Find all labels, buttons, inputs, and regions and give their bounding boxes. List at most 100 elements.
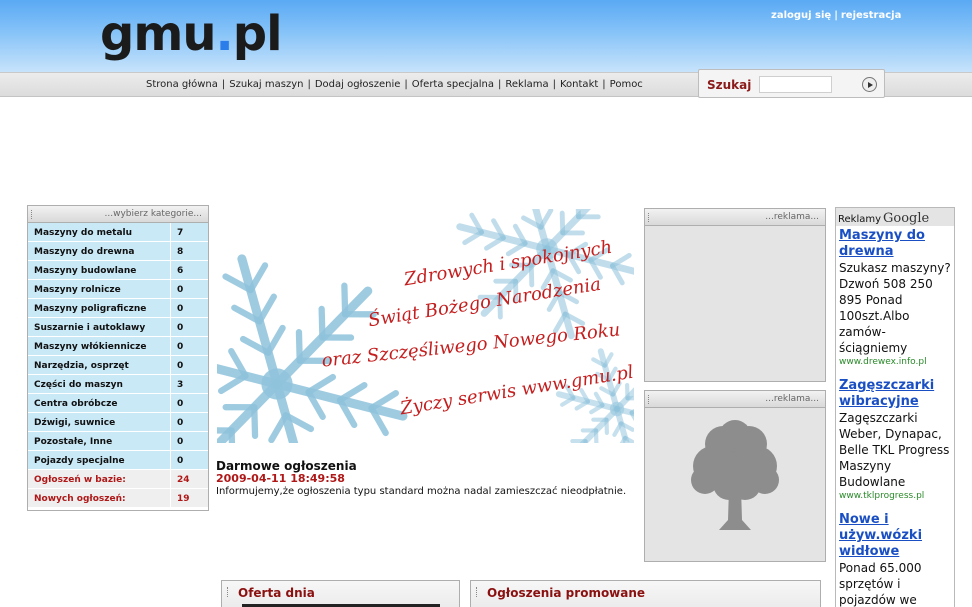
drag-grip-icon[interactable] [476,587,478,597]
ad-panel-title: ...reklama... [765,394,819,404]
snowflake-branch [559,210,566,236]
ad-panel-body [645,226,825,381]
category-row[interactable]: Dźwigi, suwnice 0 [28,413,208,432]
ad-url[interactable]: www.tklprogress.pl [839,490,951,503]
ad-url[interactable]: www.drewex.info.pl [839,356,951,369]
login-link[interactable]: zaloguj się [771,10,831,21]
category-count: 0 [171,432,208,450]
category-row[interactable]: Maszyny do metalu 7 [28,223,208,242]
ad-panel: ...reklama... [644,208,826,382]
google-ads-label: Reklamy [838,214,882,225]
nav-item-special-offer[interactable]: Oferta specjalna [412,79,494,90]
category-name[interactable]: Narzędzia, osprzęt [28,356,171,374]
category-name[interactable]: Maszyny budowlane [28,261,171,279]
snowflake-branch [265,324,286,356]
offer-of-the-day-title: Oferta dnia [238,586,315,600]
nav-separator: | [602,79,606,90]
snowflake-branch [305,373,337,396]
snowflake-branch [341,282,349,318]
category-row[interactable]: Maszyny do drewna 8 [28,242,208,261]
category-name[interactable]: Suszarnie i autoklawy [28,318,171,336]
category-row[interactable]: Pozostałe, Inne 0 [28,432,208,451]
drag-grip-icon[interactable] [648,395,650,404]
search-input[interactable] [759,76,832,93]
category-count: 0 [171,299,208,317]
main-nav: Strona główna | Szukaj maszyn | Dodaj ogłosz… [146,79,643,90]
category-name[interactable]: Centra obróbcze [28,394,171,412]
snowflake-branch [336,381,368,404]
ad-item: Zagęszczarki wibracyjne Zagęszczarki Web… [836,378,954,503]
drag-grip-icon[interactable] [31,210,33,219]
snowflake-core [609,401,625,417]
page: gmu.pl zaloguj się | rejestracja Strona gł… [0,0,972,607]
offer-of-the-day-box: Oferta dnia [221,580,460,607]
snowflake-branch [247,262,269,294]
logo-tld: pl [232,6,283,62]
google-ads: Reklamy Google Maszyny do drewna Szukasz … [835,207,955,607]
category-row[interactable]: Narzędzia, osprzęt 0 [28,356,208,375]
ad-panel-title: ...reklama... [765,212,819,222]
snowflake-branch [462,229,485,246]
drag-grip-icon[interactable] [648,213,650,222]
news-title[interactable]: Darmowe ogłoszenia [216,459,357,473]
category-count: 0 [171,413,208,431]
category-name[interactable]: Części do maszyn [28,375,171,393]
nav-item-search-machines[interactable]: Szukaj maszyn [229,79,303,90]
google-ads-header[interactable]: Reklamy Google [836,208,954,226]
nav-item-contact[interactable]: Kontakt [560,79,598,90]
category-name[interactable]: Dźwigi, suwnice [28,413,171,431]
ad-title-link[interactable]: Maszyny do drewna [839,228,951,260]
category-name[interactable]: Pozostałe, Inne [28,432,171,450]
nav-item-advertising[interactable]: Reklama [505,79,548,90]
category-row[interactable]: Centra obróbcze 0 [28,394,208,413]
register-link[interactable]: rejestracja [841,10,901,21]
snowflake-branch [295,329,303,364]
category-name[interactable]: Maszyny do metalu [28,223,171,241]
snowflake-branch [217,372,249,395]
category-row[interactable]: Pojazdy specjalne 0 [28,451,208,470]
tree-icon [691,420,779,530]
search-box: Szukaj [698,69,885,98]
category-count: 0 [171,337,208,355]
category-count: 0 [171,356,208,374]
stat-value: 19 [171,489,208,507]
category-count: 3 [171,375,208,393]
category-row[interactable]: Maszyny budowlane 6 [28,261,208,280]
ad-panel-header: ...reklama... [645,209,825,226]
snowflake-branch [629,410,634,422]
snowflake-branch [318,305,326,341]
drag-grip-icon[interactable] [227,587,229,597]
category-count: 6 [171,261,208,279]
ad-title-link[interactable]: Nowe i używ.wózki widłowe [839,512,951,560]
nav-item-add-listing[interactable]: Dodaj ogłoszenie [315,79,401,90]
nav-item-home[interactable]: Strona główna [146,79,218,90]
snowflake-branch [538,209,554,230]
nav-item-help[interactable]: Pomoc [610,79,643,90]
ad-title-link[interactable]: Zagęszczarki wibracyjne [839,378,951,410]
category-count: 0 [171,280,208,298]
auth-links: zaloguj się | rejestracja [771,10,901,21]
category-count: 0 [171,451,208,469]
category-row[interactable]: Maszyny włókiennicze 0 [28,337,208,356]
search-label: Szukaj [707,78,752,92]
category-name[interactable]: Maszyny poligraficzne [28,299,171,317]
category-row[interactable]: Maszyny rolnicze 0 [28,280,208,299]
nav-separator: | [221,79,226,90]
category-count: 7 [171,223,208,241]
site-logo[interactable]: gmu.pl [100,6,283,62]
stat-value: 24 [171,470,208,488]
category-row[interactable]: Części do maszyn 3 [28,375,208,394]
category-name[interactable]: Maszyny do drewna [28,242,171,260]
category-row[interactable]: Maszyny poligraficzne 0 [28,299,208,318]
category-name[interactable]: Maszyny rolnicze [28,280,171,298]
ad-text: Zagęszczarki Weber, Dynapac, Belle TKL P… [839,411,950,489]
search-submit-button[interactable] [862,77,877,92]
category-name[interactable]: Maszyny włókiennicze [28,337,171,355]
category-row[interactable]: Suszarnie i autoklawy 0 [28,318,208,337]
nav-separator: | [498,79,502,90]
promoted-listings-box: Ogłoszenia promowane [470,580,821,607]
ad-panel-header: ...reklama... [645,391,825,408]
category-name[interactable]: Pojazdy specjalne [28,451,171,469]
ad-panel: ...reklama... [644,390,826,562]
category-row: Nowych ogłoszeń: 19 [28,489,208,508]
